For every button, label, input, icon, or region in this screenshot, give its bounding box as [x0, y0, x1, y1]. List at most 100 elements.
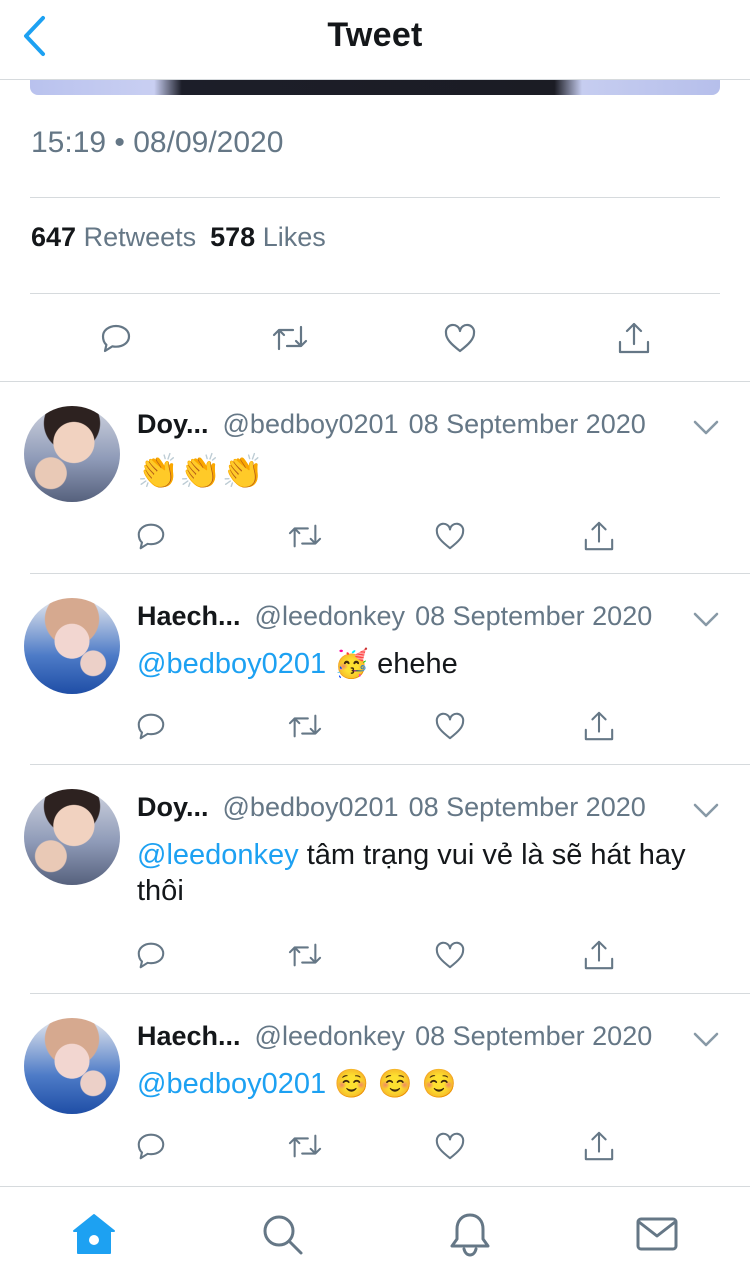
retweet-button[interactable] — [285, 1126, 325, 1166]
reply-icon — [137, 713, 165, 740]
search-icon — [263, 1215, 303, 1255]
reply-tweet[interactable]: Haech... @leedonkey 08 September 2020 @b… — [0, 574, 750, 764]
reply-date: 08 September 2020 — [415, 601, 653, 631]
display-name[interactable]: Doy... — [137, 409, 209, 440]
tweet-actions — [0, 300, 750, 380]
reply-tweet[interactable]: Haech... @leedonkey 08 September 2020 @b… — [0, 994, 750, 1184]
share-icon — [584, 940, 614, 970]
share-icon — [618, 322, 650, 354]
avatar[interactable] — [24, 598, 120, 694]
retweet-button[interactable] — [268, 316, 312, 360]
reply-button[interactable] — [131, 706, 171, 746]
reply-text: @bedboy0201 🥳 ehehe — [137, 646, 697, 682]
like-button[interactable] — [438, 316, 482, 360]
retweet-count: 647 — [31, 222, 77, 252]
reply-date: 08 September 2020 — [415, 1021, 653, 1051]
reply-date: 08 September 2020 — [408, 409, 646, 439]
share-icon — [584, 521, 614, 551]
reply-header: Haech... @leedonkey 08 September 2020 — [137, 601, 652, 635]
tweet-timestamp: 15:19 • 08/09/2020 — [31, 126, 284, 159]
messages-icon — [636, 1217, 678, 1251]
reply-text: @leedonkey tâm trạng vui vẻ là sẽ hát ha… — [137, 837, 692, 909]
avatar[interactable] — [24, 789, 120, 885]
chevron-down-icon[interactable] — [692, 801, 720, 821]
like-button[interactable] — [430, 935, 470, 975]
tweet-stats: 647 Retweets 578 Likes — [31, 222, 326, 253]
reply-text: 👏👏👏 — [137, 452, 697, 492]
likes-stat[interactable]: 578 Likes — [210, 222, 326, 252]
retweet-label: Retweets — [83, 222, 197, 252]
page-title: Tweet — [327, 16, 423, 54]
reply-button[interactable] — [94, 316, 138, 360]
reply-tweet[interactable]: Doy... @bedboy0201 08 September 2020 @le… — [0, 765, 750, 993]
like-button[interactable] — [430, 706, 470, 746]
reply-icon — [137, 1133, 165, 1160]
retweet-icon — [272, 325, 308, 351]
reply-text: @bedboy0201 ☺️ ☺️ ☺️ — [137, 1066, 697, 1102]
reply-tweet[interactable]: Doy... @bedboy0201 08 September 2020 👏👏👏 — [0, 382, 750, 573]
notifications-icon — [450, 1213, 490, 1257]
divider — [30, 293, 720, 294]
mention-link[interactable]: @bedboy0201 — [137, 648, 326, 680]
share-icon — [584, 1131, 614, 1161]
heart-icon — [435, 1132, 465, 1160]
display-name[interactable]: Haech... — [137, 601, 241, 632]
share-button[interactable] — [579, 1126, 619, 1166]
reply-date: 08 September 2020 — [408, 792, 646, 822]
retweet-button[interactable] — [285, 706, 325, 746]
like-button[interactable] — [430, 1126, 470, 1166]
tab-home[interactable] — [69, 1209, 119, 1259]
reply-header: Doy... @bedboy0201 08 September 2020 — [137, 792, 646, 826]
like-count: 578 — [210, 222, 256, 252]
clap-emoji: 👏👏👏 — [137, 452, 265, 492]
tab-messages[interactable] — [632, 1209, 682, 1259]
user-handle[interactable]: @bedboy0201 — [223, 792, 399, 823]
reply-button[interactable] — [131, 935, 171, 975]
chevron-down-icon[interactable] — [692, 418, 720, 438]
retweet-icon — [288, 524, 322, 548]
share-button[interactable] — [579, 706, 619, 746]
heart-icon — [435, 712, 465, 740]
display-name[interactable]: Doy... — [137, 792, 209, 823]
avatar[interactable] — [24, 1018, 120, 1114]
retweet-button[interactable] — [285, 935, 325, 975]
retweet-button[interactable] — [285, 516, 325, 556]
user-handle[interactable]: @bedboy0201 — [223, 409, 399, 440]
reply-icon — [101, 324, 131, 353]
smiling-face-emoji: ☺️ ☺️ ☺️ — [334, 1067, 457, 1100]
retweet-icon — [288, 1134, 322, 1158]
user-handle[interactable]: @leedonkey — [255, 601, 406, 632]
tab-search[interactable] — [257, 1209, 307, 1259]
like-label: Likes — [262, 222, 326, 252]
reply-header: Haech... @leedonkey 08 September 2020 — [137, 1021, 652, 1055]
share-icon — [584, 711, 614, 741]
share-button[interactable] — [612, 316, 656, 360]
share-button[interactable] — [579, 516, 619, 556]
display-name[interactable]: Haech... — [137, 1021, 241, 1052]
divider — [30, 197, 720, 198]
chevron-down-icon[interactable] — [692, 610, 720, 630]
party-face-emoji: 🥳 — [334, 647, 370, 680]
chevron-down-icon[interactable] — [692, 1030, 720, 1050]
heart-icon — [435, 522, 465, 550]
reply-body-text: ehehe — [377, 648, 458, 680]
reply-button[interactable] — [131, 1126, 171, 1166]
avatar[interactable] — [24, 406, 120, 502]
user-handle[interactable]: @leedonkey — [255, 1021, 406, 1052]
reply-icon — [137, 523, 165, 550]
share-button[interactable] — [579, 935, 619, 975]
retweet-icon — [288, 714, 322, 738]
retweet-icon — [288, 943, 322, 967]
reply-button[interactable] — [131, 516, 171, 556]
home-icon — [73, 1214, 115, 1254]
heart-icon — [435, 941, 465, 969]
like-button[interactable] — [430, 516, 470, 556]
nav-bar: Tweet — [0, 0, 750, 80]
tab-notifications[interactable] — [445, 1209, 495, 1259]
retweets-stat[interactable]: 647 Retweets — [31, 222, 196, 252]
mention-link[interactable]: @leedonkey — [137, 839, 299, 871]
reply-header: Doy... @bedboy0201 08 September 2020 — [137, 409, 646, 443]
tweet-media[interactable] — [30, 80, 720, 95]
mention-link[interactable]: @bedboy0201 — [137, 1068, 326, 1100]
bottom-tab-bar — [0, 1186, 750, 1285]
